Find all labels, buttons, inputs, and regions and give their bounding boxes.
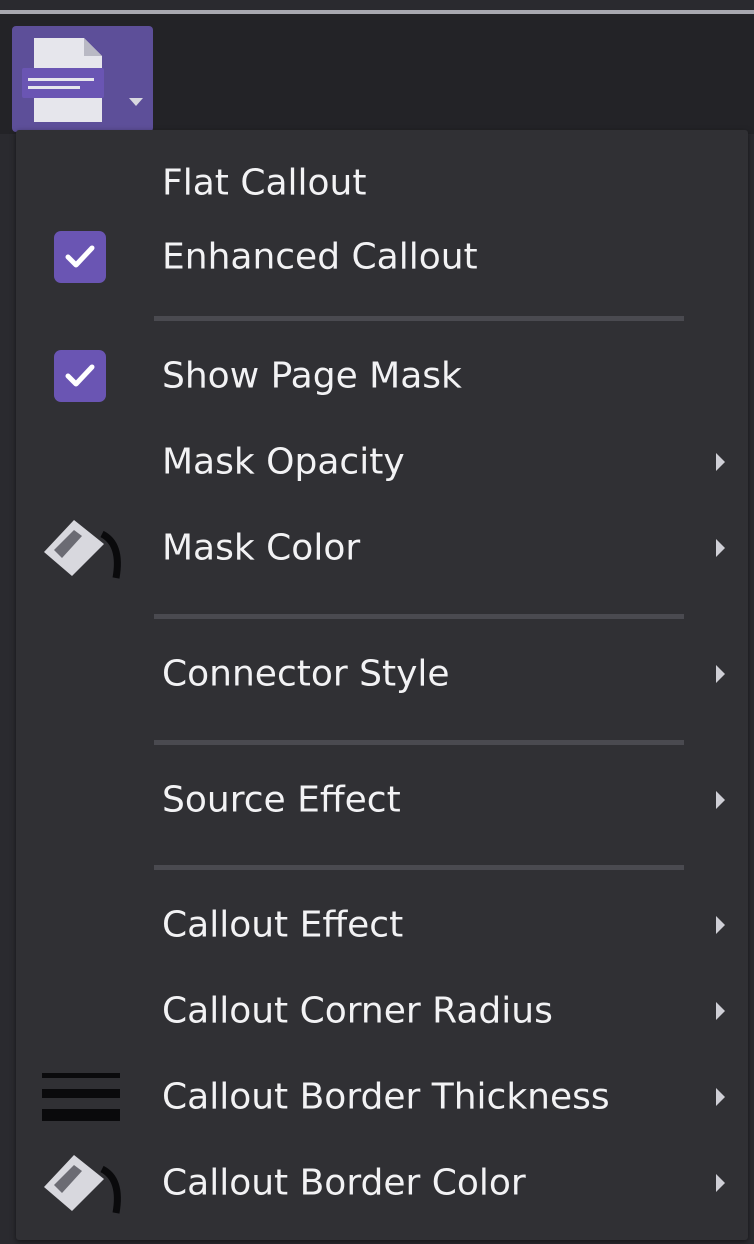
menu-item-mask-color[interactable]: Mask Color [16, 513, 748, 583]
chevron-right-icon [716, 1174, 725, 1192]
menu-item-label: Mask Opacity [162, 441, 405, 483]
menu-separator [154, 316, 684, 321]
menu-item-label: Show Page Mask [162, 355, 462, 397]
menu-item-label: Callout Border Color [162, 1162, 526, 1204]
chevron-right-icon [716, 916, 725, 934]
chevron-right-icon [716, 791, 725, 809]
chevron-right-icon [716, 539, 725, 557]
chevron-down-icon[interactable] [129, 98, 143, 106]
chevron-right-icon [716, 1002, 725, 1020]
menu-item-callout-border-color[interactable]: Callout Border Color [16, 1148, 748, 1218]
menu-item-callout-effect[interactable]: Callout Effect [16, 890, 748, 960]
checkmark-icon [54, 231, 106, 283]
paint-bucket-icon [44, 520, 121, 579]
menu-item-label: Callout Corner Radius [162, 990, 553, 1032]
menu-item-label: Connector Style [162, 653, 450, 695]
callout-document-icon [22, 38, 104, 122]
menu-item-connector-style[interactable]: Connector Style [16, 639, 748, 709]
menu-item-callout-corner-radius[interactable]: Callout Corner Radius [16, 976, 748, 1046]
menu-item-show-page-mask[interactable]: Show Page Mask [16, 341, 748, 411]
line-thickness-icon [42, 1073, 120, 1121]
menu-item-label: Callout Border Thickness [162, 1076, 610, 1118]
menu-item-callout-border-thickness[interactable]: Callout Border Thickness [16, 1062, 748, 1132]
menu-item-label: Enhanced Callout [162, 236, 478, 278]
menu-item-label: Flat Callout [162, 162, 367, 204]
chevron-right-icon [716, 665, 725, 683]
menu-item-label: Callout Effect [162, 904, 404, 946]
menu-item-label: Source Effect [162, 779, 401, 821]
callout-options-menu: Flat Callout Enhanced Callout Show Page … [16, 130, 748, 1240]
menu-separator [154, 740, 684, 745]
menu-item-source-effect[interactable]: Source Effect [16, 765, 748, 835]
menu-separator [154, 865, 684, 870]
menu-item-label: Mask Color [162, 527, 361, 569]
menu-item-enhanced-callout[interactable]: Enhanced Callout [16, 222, 748, 292]
chevron-right-icon [716, 1088, 725, 1106]
menu-item-mask-opacity[interactable]: Mask Opacity [16, 427, 748, 497]
callout-style-button[interactable] [12, 26, 153, 132]
menu-item-flat-callout[interactable]: Flat Callout [16, 148, 748, 218]
checkmark-icon [54, 350, 106, 402]
paint-bucket-icon [44, 1155, 121, 1214]
chevron-right-icon [716, 453, 725, 471]
menu-separator [154, 614, 684, 619]
